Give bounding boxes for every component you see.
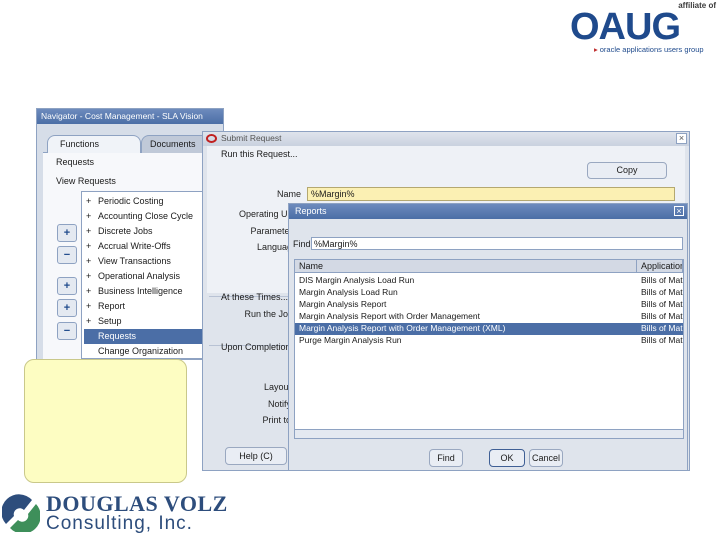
copy-button[interactable]: Copy — [587, 162, 667, 179]
parameters-label: Parameters — [250, 226, 297, 236]
find-label: Find — [293, 239, 311, 249]
language-label: Language — [256, 242, 297, 252]
horizontal-scrollbar[interactable] — [295, 429, 683, 438]
reports-titlebar[interactable]: Reports — [289, 204, 687, 219]
find-button[interactable]: Find — [429, 449, 463, 467]
tab-functions[interactable]: Functions — [47, 135, 141, 153]
results-table: Name Application DIS Margin Analysis Loa… — [294, 259, 684, 439]
at-these-times-heading: At these Times... — [221, 292, 289, 302]
callout-note-box — [24, 359, 187, 483]
layout-label: Layout — [263, 382, 291, 392]
collapse-all-button[interactable]: − — [57, 322, 77, 340]
nav-link-requests[interactable]: Requests — [56, 157, 94, 167]
oaug-logo: affiliate of OAUG oracle applications us… — [560, 0, 720, 58]
navigator-window: Navigator - Cost Management - SLA Vision… — [36, 108, 232, 360]
table-row[interactable]: DIS Margin Analysis Load Run Bills of Mat — [295, 275, 683, 287]
run-this-request-heading: Run this Request... — [221, 149, 298, 159]
submit-request-titlebar[interactable]: Submit Request — [203, 132, 689, 146]
reports-lov-dialog: Reports × Find %Margin% Name Application… — [288, 203, 688, 471]
cancel-button[interactable]: Cancel — [529, 449, 563, 467]
douglas-volz-logo-icon — [2, 494, 40, 532]
ok-button[interactable]: OK — [489, 449, 525, 467]
nav-link-view-requests[interactable]: View Requests — [56, 176, 116, 186]
upon-completion-heading: Upon Completion... — [221, 342, 299, 352]
column-header-application[interactable]: Application — [637, 260, 683, 273]
expand-all-button[interactable]: + — [57, 299, 77, 317]
run-the-job-label: Run the Job — [244, 309, 293, 319]
oracle-logo-icon — [206, 134, 217, 143]
oaug-affiliate-text: affiliate of — [678, 1, 716, 10]
table-row[interactable]: Purge Margin Analysis Run Bills of Mat — [295, 335, 683, 347]
help-button[interactable]: Help (C) — [225, 447, 287, 465]
name-label: Name — [276, 189, 301, 199]
navigator-titlebar[interactable]: Navigator - Cost Management - SLA Vision — [37, 109, 223, 124]
douglas-volz-subtitle: Consulting, Inc. — [46, 513, 193, 534]
oaug-wordmark: OAUG — [570, 6, 681, 48]
table-row-selected[interactable]: Margin Analysis Report with Order Manage… — [295, 323, 683, 335]
expand-branch-button[interactable]: + — [57, 277, 77, 295]
operating-unit-label: Operating Unit — [238, 209, 297, 219]
collapse-button[interactable]: − — [57, 246, 77, 264]
request-name-field[interactable]: %Margin% — [307, 187, 675, 201]
table-row[interactable]: Margin Analysis Load Run Bills of Mat — [295, 287, 683, 299]
table-row[interactable]: Margin Analysis Report with Order Manage… — [295, 311, 683, 323]
print-to-label: Print to — [262, 415, 291, 425]
column-header-name[interactable]: Name — [295, 260, 637, 273]
table-row[interactable]: Margin Analysis Report Bills of Mat — [295, 299, 683, 311]
close-icon[interactable]: × — [676, 133, 687, 144]
close-icon[interactable]: × — [674, 206, 684, 216]
expand-button[interactable]: + — [57, 224, 77, 242]
notify-label: Notify — [267, 399, 291, 409]
oaug-tagline: oracle applications users group — [594, 45, 704, 54]
find-input[interactable]: %Margin% — [311, 237, 683, 250]
